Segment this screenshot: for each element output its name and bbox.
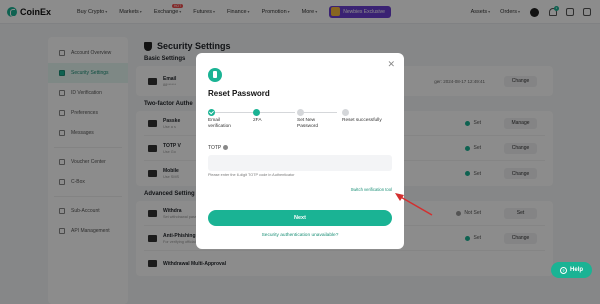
modal-title: Reset Password	[208, 89, 270, 98]
step-1-check-icon	[208, 109, 215, 116]
step-label: 2FA	[253, 118, 262, 123]
lock-icon	[208, 68, 222, 82]
totp-hint: Please enter the 6-digit TOTP code in Au…	[208, 173, 295, 177]
totp-input[interactable]	[208, 155, 392, 171]
help-circle-icon	[222, 145, 228, 151]
switch-verification-tool-link[interactable]: Switch verification tool	[351, 187, 392, 192]
step-label: Set New Password	[297, 118, 319, 129]
next-button[interactable]: Next	[208, 210, 392, 226]
help-button[interactable]: ? Help	[551, 262, 592, 278]
step-connector	[302, 112, 337, 113]
step-4-dot	[342, 109, 349, 116]
step-label: Email verification	[208, 118, 231, 129]
help-circle-icon: ?	[559, 266, 567, 274]
step-connector	[215, 112, 255, 113]
security-unavailable-link[interactable]: Security authentication unavailable?	[196, 233, 404, 238]
step-label: Reset successfully	[342, 118, 382, 123]
step-3-dot	[297, 109, 304, 116]
totp-label: TOTP	[208, 145, 228, 151]
step-2-dot	[253, 109, 260, 116]
progress-steps: Email verification 2FA Set New Password …	[208, 109, 396, 135]
step-connector	[260, 112, 295, 113]
close-icon[interactable]: ✕	[387, 60, 395, 69]
reset-password-modal: ✕ Reset Password Email verification 2FA …	[196, 53, 404, 249]
